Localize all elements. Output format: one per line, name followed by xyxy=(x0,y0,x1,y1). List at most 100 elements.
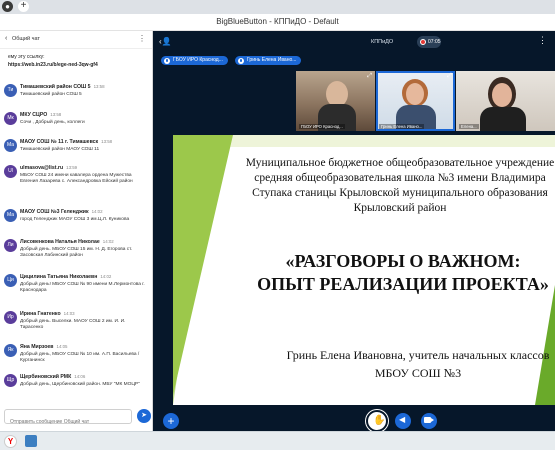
chat-message: Як Яна Мирзоев 14:05 Добрый день, МБОУ СОШ … xyxy=(0,344,152,374)
message-sender: МКУ СЦРО 13:58 xyxy=(20,112,61,118)
avatar[interactable]: Мк xyxy=(4,112,17,125)
slide-line: ОПЫТ РЕАЛИЗАЦИИ ПРОЕКТА» xyxy=(257,274,549,294)
avatar[interactable]: Ци xyxy=(4,274,17,287)
recording-time: 07:05 xyxy=(428,39,441,45)
speaker-icon: ◀ xyxy=(399,415,406,424)
chat-input-box[interactable] xyxy=(4,409,132,429)
globe-icon[interactable]: ● xyxy=(2,1,13,12)
talking-indicator: ГБОУ ИРО Краснод... xyxy=(161,56,228,65)
avatar[interactable]: Ма xyxy=(4,209,17,222)
message-time: 14:05 xyxy=(56,344,68,349)
avatar[interactable]: Ир xyxy=(4,311,17,324)
sender-name: МАОУ СОШ № 11 г. Тимашевск xyxy=(20,139,99,145)
hand-icon: ✋ xyxy=(373,415,386,426)
participant-body xyxy=(480,107,526,131)
more-vertical-icon[interactable]: ⋮ xyxy=(138,34,146,43)
plus-icon[interactable]: + xyxy=(163,413,179,429)
speaker-name: ГБОУ ИРО Краснод... xyxy=(173,57,223,63)
chat-message: Ти Тимашевский район СОШ 5 13:58 Тимашевски… xyxy=(0,84,152,114)
avatar[interactable]: Ul xyxy=(4,165,17,178)
message-time: 14:06 xyxy=(74,374,86,379)
video-tile[interactable]: ⤢ ГБОУ ИРО Краснод... xyxy=(296,71,375,131)
fullscreen-icon[interactable]: ⤢ xyxy=(447,73,452,80)
browser-tabbar: ● + xyxy=(0,0,555,14)
avatar[interactable]: Ли xyxy=(4,239,17,252)
avatar[interactable]: Щр xyxy=(4,374,17,387)
video-label: Гринь Елена Ивано... xyxy=(379,124,425,129)
message-time: 14:02 xyxy=(100,274,112,279)
chat-message: Ли Лисовенкова Наталья Николае 14:02 Добрый… xyxy=(0,239,152,269)
message-time: 14:02 xyxy=(91,209,103,214)
slide-line: «РАЗГОВОРЫ О ВАЖНОМ: xyxy=(285,251,521,271)
microphone-icon xyxy=(164,58,170,64)
message-sender: Яна Мирзоев 14:05 xyxy=(20,344,68,350)
new-tab-button[interactable]: + xyxy=(18,1,29,12)
message-text: Добрый день. Выселки. МАОУ СОШ 2 им. И. … xyxy=(20,319,126,330)
talking-indicator: Гринь Елена Ивано... xyxy=(235,56,302,65)
message-list[interactable]: ему эту ссылку: https://web.in23.ru/b/eg… xyxy=(0,49,152,391)
avatar[interactable]: Ма xyxy=(4,139,17,152)
link-intro: ему эту ссылку: xyxy=(8,54,45,60)
avatar[interactable]: Як xyxy=(4,344,17,357)
camera-lens-shape xyxy=(431,418,434,422)
meeting-area: ‹👤 КППиДО 07:05 ⋮ ГБОУ ИРО Краснод... Гр… xyxy=(153,31,555,432)
message-sender: Тимашевский район СОШ 5 13:58 xyxy=(20,84,105,90)
slide-author: Гринь Елена Ивановна, учитель начальных … xyxy=(263,346,555,382)
chat-message: Щр Щербиновский РМК 14:06 Добрый день, Щерб… xyxy=(0,374,152,391)
chat-title[interactable]: Общий чат xyxy=(12,36,40,42)
chat-message: Ul ulmasova@list.ru 13:59 МБОУ СОШ 24 имени… xyxy=(0,165,152,195)
chat-message: Ци Цицилина Татьяна Николаевн 14:02 Добрый … xyxy=(0,274,152,304)
message-text: город Геленджик МАОУ СОШ 3 им.Ц.Л. Куник… xyxy=(20,217,130,222)
hand-raise-button[interactable]: ✋ xyxy=(366,410,388,432)
send-icon[interactable]: ➤ xyxy=(137,409,151,423)
video-label: ГБОУ ИРО Краснод... xyxy=(299,124,345,129)
more-vertical-icon[interactable]: ⋮ xyxy=(538,35,547,46)
avatar[interactable]: Ти xyxy=(4,84,17,97)
sender-name: МКУ СЦРО xyxy=(20,112,48,118)
message-time: 13:58 xyxy=(101,139,113,144)
slide-line: Гринь Елена Ивановна, учитель начальных … xyxy=(286,348,550,362)
sender-name: Ирина Гнатенко xyxy=(20,311,61,317)
chat-message: Мк МКУ СЦРО 13:58 Сочи , Добрый день, колле… xyxy=(0,112,152,142)
invite-link-text: ему эту ссылку: https://web.in23.ru/b/eg… xyxy=(8,53,98,69)
yandex-browser-icon[interactable]: Y xyxy=(4,435,17,448)
message-sender: Цицилина Татьяна Николаевн 14:02 xyxy=(20,274,111,280)
message-text: Добрый день, МБОУ СОШ № 10 им. А.П. Васи… xyxy=(20,352,140,363)
sender-name: МАОУ СОШ №3 Геленджик xyxy=(20,209,89,215)
slide-school-text: Муниципальное бюджетное общеобразователь… xyxy=(230,156,555,216)
message-text: Тимашевский район СОШ 5 xyxy=(20,92,82,97)
meeting-topbar: ‹👤 КППиДО 07:05 ⋮ xyxy=(153,31,555,53)
message-sender: Щербиновский РМК 14:06 xyxy=(20,374,85,380)
message-sender: МАОУ СОШ № 11 г. Тимашевск 13:58 xyxy=(20,139,112,145)
camera-icon xyxy=(424,417,431,423)
sender-name: Цицилина Татьяна Николаевн xyxy=(20,274,98,280)
room-name: КППиДО xyxy=(371,39,394,45)
slide-headline: «РАЗГОВОРЫ О ВАЖНОМ: ОПЫТ РЕАЛИЗАЦИИ ПРО… xyxy=(233,250,555,296)
recording-indicator[interactable]: 07:05 xyxy=(417,36,441,48)
chat-message-input[interactable] xyxy=(5,415,131,429)
slide-decoration xyxy=(173,135,233,395)
chat-panel: ‹ Общий чат ⋮ ему эту ссылку: https://we… xyxy=(0,31,153,431)
invite-link[interactable]: https://web.in23.ru/b/ege-ned-3qw-gf4 xyxy=(8,62,98,68)
chevron-left-icon[interactable]: ‹ xyxy=(5,35,7,42)
slide-line: Ступака станицы Крыловской муниципальног… xyxy=(252,187,548,199)
sender-name: Яна Мирзоев xyxy=(20,344,54,350)
message-sender: Лисовенкова Наталья Николае 14:02 xyxy=(20,239,114,245)
slide-line: Крыловский район xyxy=(353,202,447,214)
slide-line: Муниципальное бюджетное общеобразователь… xyxy=(245,157,555,169)
video-label: Елена... xyxy=(459,124,479,129)
message-time: 14:02 xyxy=(102,239,114,244)
audio-button[interactable]: ◀ xyxy=(395,413,411,429)
microphone-icon xyxy=(238,58,244,64)
message-sender: МАОУ СОШ №3 Геленджик 14:02 xyxy=(20,209,103,215)
camera-button[interactable] xyxy=(421,413,437,429)
video-tile[interactable]: ⤢ Гринь Елена Ивано... xyxy=(376,71,455,131)
fullscreen-icon[interactable]: ⤢ xyxy=(367,73,372,80)
slide-line: средняя общеобразовательная школа №3 име… xyxy=(254,172,546,184)
app-window-icon[interactable] xyxy=(25,435,37,447)
sender-name: Тимашевский район СОШ 5 xyxy=(20,84,91,90)
users-list-icon[interactable]: ‹👤 xyxy=(159,37,172,46)
message-sender: ulmasova@list.ru 13:59 xyxy=(20,165,77,171)
video-tile[interactable]: Елена... xyxy=(456,71,555,131)
presentation-slide[interactable]: Муниципальное бюджетное общеобразователь… xyxy=(173,135,555,405)
